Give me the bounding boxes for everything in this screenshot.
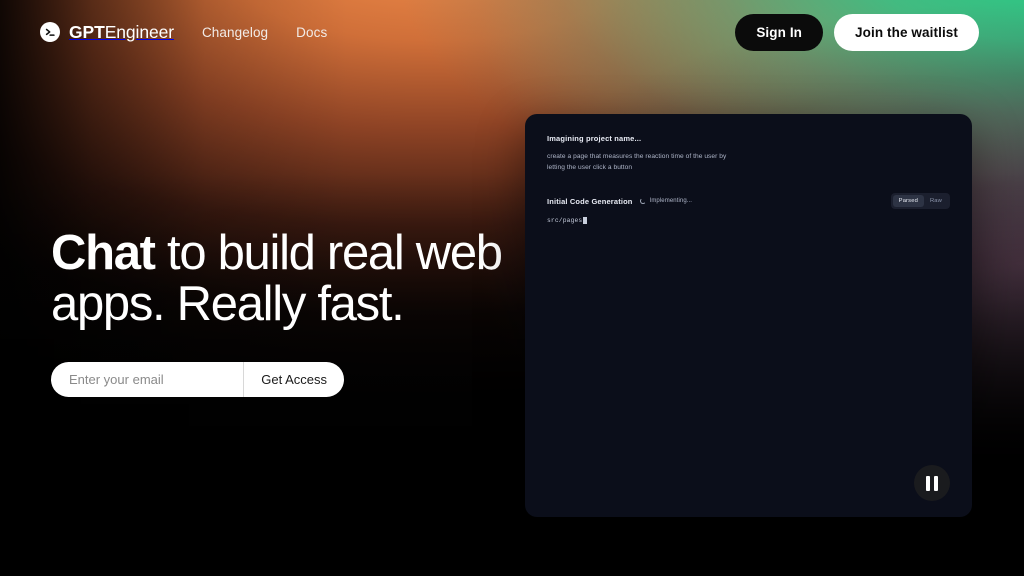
brand-name-regular: Engineer	[104, 21, 174, 42]
demo-section-header: Initial Code Generation Implementing... …	[547, 193, 950, 209]
get-access-button[interactable]: Get Access	[243, 361, 344, 397]
brand-name-bold: GPT	[69, 21, 105, 42]
landing-page: GPTEngineer Changelog Docs Sign In Join …	[0, 0, 1024, 576]
sign-in-button[interactable]: Sign In	[735, 13, 824, 51]
email-signup-form: Get Access	[51, 361, 344, 397]
email-input[interactable]	[51, 361, 244, 397]
hero-headline-strong: Chat	[51, 226, 156, 280]
demo-section-title: Initial Code Generation	[547, 196, 633, 206]
nav-link-docs[interactable]: Docs	[296, 25, 327, 40]
demo-video-panel[interactable]: Imagining project name... create a page …	[525, 114, 972, 517]
toggle-option-parsed[interactable]: Parsed	[892, 195, 924, 207]
site-header: GPTEngineer Changelog Docs Sign In Join …	[0, 0, 1024, 64]
join-waitlist-button[interactable]: Join the waitlist	[834, 13, 979, 51]
demo-prompt-text: create a page that measures the reaction…	[547, 153, 727, 171]
pause-button[interactable]	[914, 465, 950, 501]
brand-name: GPTEngineer	[69, 22, 174, 43]
nav-link-changelog[interactable]: Changelog	[202, 25, 268, 40]
header-actions: Sign In Join the waitlist	[735, 13, 979, 51]
text-cursor-icon	[583, 217, 587, 224]
hero-section: Chat to build real web apps. Really fast…	[51, 226, 521, 397]
toggle-option-raw[interactable]: Raw	[924, 195, 948, 207]
pause-icon-bar-right	[934, 475, 938, 491]
demo-status: Implementing...	[639, 198, 693, 204]
hero-headline: Chat to build real web apps. Really fast…	[51, 226, 521, 331]
demo-file-path-text: src/pages	[547, 217, 583, 224]
demo-content: Imagining project name... create a page …	[525, 114, 972, 517]
demo-file-path: src/pages	[547, 217, 587, 224]
brand-logo[interactable]: GPTEngineer	[40, 22, 174, 43]
main-nav: Changelog Docs	[202, 25, 327, 40]
terminal-prompt-icon	[40, 22, 60, 42]
demo-title: Imagining project name...	[547, 134, 642, 143]
pause-icon-bar-left	[926, 475, 930, 491]
loading-spinner-icon	[639, 198, 646, 204]
demo-status-text: Implementing...	[649, 198, 693, 204]
view-mode-toggle: Parsed Raw	[890, 193, 950, 209]
